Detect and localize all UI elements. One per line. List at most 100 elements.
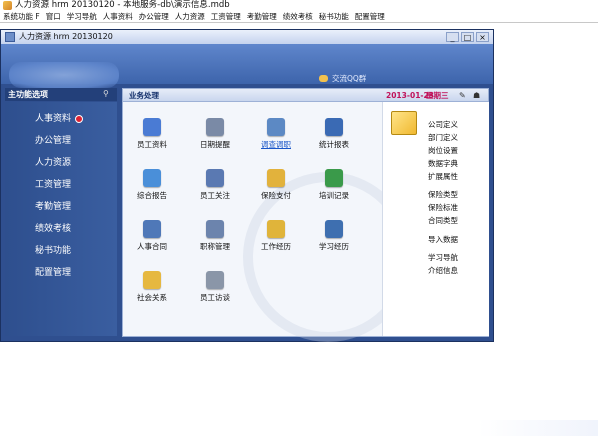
tile-insurance-payment[interactable]: 保险支付 xyxy=(251,169,301,201)
tile-label: 学习经历 xyxy=(319,242,349,251)
tile-employee-care[interactable]: 员工关注 xyxy=(190,169,240,201)
user-icon[interactable]: ☗ xyxy=(473,91,482,100)
link-insurance-standard[interactable]: 保险标准 xyxy=(428,202,458,213)
business-panel-header: 业务处理 2013-01-23 星期三 ✎ ☗ xyxy=(123,89,488,102)
qq-group-link[interactable]: 交流QQ群 xyxy=(319,73,366,84)
date-reminder-icon xyxy=(206,118,224,136)
menu-system[interactable]: 系统功能 F xyxy=(3,11,40,22)
tile-label: 综合报告 xyxy=(137,191,167,200)
sidebar-header-label: 主功能选项 xyxy=(8,90,48,99)
sidebar-item-hr[interactable]: 人力资源 xyxy=(35,155,71,168)
sidebar: 人事资料 办公管理 人力资源 工资管理 考勤管理 绩效考核 秘书功能 配置管理 xyxy=(5,102,117,336)
tile-label: 工作经历 xyxy=(261,242,291,251)
tile-label: 统计报表 xyxy=(319,140,349,149)
link-learning-navigation[interactable]: 学习导航 xyxy=(428,252,458,263)
menu-attendance[interactable]: 考勤管理 xyxy=(247,11,277,22)
close-button[interactable]: × xyxy=(476,32,489,42)
menu-office[interactable]: 办公管理 xyxy=(139,11,169,22)
tile-transfer-search[interactable]: 调查调职 xyxy=(251,118,301,150)
sidebar-item-label: 人事资料 xyxy=(35,114,72,124)
link-data-dictionary[interactable]: 数据字典 xyxy=(428,158,458,169)
employee-care-icon xyxy=(206,169,224,187)
menu-personnel[interactable]: 人事资料 xyxy=(103,11,133,22)
menu-salary[interactable]: 工资管理 xyxy=(211,11,241,22)
insurance-payment-icon xyxy=(267,169,285,187)
tools-icon[interactable]: ✎ xyxy=(459,91,468,100)
link-import-data[interactable]: 导入数据 xyxy=(428,234,458,245)
pin-icon[interactable]: ⚲ xyxy=(103,90,111,98)
tile-hr-contract[interactable]: 人事合同 xyxy=(127,220,177,252)
tile-summary-report[interactable]: 综合报告 xyxy=(127,169,177,201)
tile-employee-records[interactable]: 员工资料 xyxy=(127,118,177,150)
menu-performance[interactable]: 绩效考核 xyxy=(283,11,313,22)
header-banner: 交流QQ群 xyxy=(1,44,493,88)
window-title: 人力资源 hrm 20130120 xyxy=(19,32,113,41)
sidebar-item-label: 配置管理 xyxy=(35,268,72,278)
sidebar-item-label: 秘书功能 xyxy=(35,246,72,256)
work-history-icon xyxy=(267,220,285,238)
sidebar-item-personnel[interactable]: 人事资料 xyxy=(35,111,84,124)
sidebar-item-label: 人力资源 xyxy=(35,158,72,168)
link-company-definition[interactable]: 公司定义 xyxy=(428,119,458,130)
employee-records-icon xyxy=(143,118,161,136)
active-indicator-icon xyxy=(75,114,84,123)
app-titlebar: 人力资源 hrm 20130120 - 本地服务-db\演示信息.mdb xyxy=(0,0,598,11)
window-controls: _ □ × xyxy=(444,32,489,42)
link-extended-attributes[interactable]: 扩展属性 xyxy=(428,171,458,182)
tile-label: 保险支付 xyxy=(261,191,291,200)
link-contract-type[interactable]: 合同类型 xyxy=(428,215,458,226)
tile-study-history[interactable]: 学习经历 xyxy=(309,220,359,252)
link-introduction-letter[interactable]: 介绍信息 xyxy=(428,265,458,276)
link-department-definition[interactable]: 部门定义 xyxy=(428,132,458,143)
qq-group-label: 交流QQ群 xyxy=(332,74,367,83)
tile-label: 日期提醒 xyxy=(200,140,230,149)
current-weekday: 星期三 xyxy=(426,91,449,100)
menu-hr[interactable]: 人力资源 xyxy=(175,11,205,22)
window-icon xyxy=(5,32,15,42)
tile-label: 培训记录 xyxy=(319,191,349,200)
tile-title-management[interactable]: 职称管理 xyxy=(190,220,240,252)
menu-window[interactable]: 窗口 xyxy=(46,11,61,22)
tile-statistics-report[interactable]: 统计报表 xyxy=(309,118,359,150)
sidebar-item-attendance[interactable]: 考勤管理 xyxy=(35,199,71,212)
sidebar-item-secretary[interactable]: 秘书功能 xyxy=(35,243,71,256)
summary-report-icon xyxy=(143,169,161,187)
menu-bar: 系统功能 F 窗口 学习导航 人事资料 办公管理 人力资源 工资管理 考勤管理 … xyxy=(0,11,598,23)
app-icon xyxy=(3,1,12,10)
tile-label: 人事合同 xyxy=(137,242,167,251)
link-insurance-type[interactable]: 保险类型 xyxy=(428,189,458,200)
sidebar-item-salary[interactable]: 工资管理 xyxy=(35,177,71,190)
title-management-icon xyxy=(206,220,224,238)
maximize-button[interactable]: □ xyxy=(461,32,474,42)
tile-label: 社会关系 xyxy=(137,293,167,302)
function-grid: 员工资料 日期提醒 调查调职 统计报表 综合报告 员工关注 保险支付 培训记录 … xyxy=(123,102,413,342)
window-titlebar[interactable]: 人力资源 hrm 20130120 _ □ × xyxy=(1,30,493,44)
settings-folder-icon xyxy=(391,111,417,135)
sidebar-item-label: 绩效考核 xyxy=(35,224,72,234)
sidebar-item-config[interactable]: 配置管理 xyxy=(35,265,71,278)
study-history-icon xyxy=(325,220,343,238)
tile-label: 员工关注 xyxy=(200,191,230,200)
sidebar-item-performance[interactable]: 绩效考核 xyxy=(35,221,71,234)
social-relations-icon xyxy=(143,271,161,289)
logo-blurred xyxy=(9,62,119,88)
statistics-report-icon xyxy=(325,118,343,136)
minimize-button[interactable]: _ xyxy=(446,32,459,42)
tile-label: 调查调职 xyxy=(261,140,291,149)
link-position-settings[interactable]: 岗位设置 xyxy=(428,145,458,156)
tile-work-history[interactable]: 工作经历 xyxy=(251,220,301,252)
tile-training-record[interactable]: 培训记录 xyxy=(309,169,359,201)
tile-social-relations[interactable]: 社会关系 xyxy=(127,271,177,303)
menu-config[interactable]: 配置管理 xyxy=(355,11,385,22)
tile-date-reminder[interactable]: 日期提醒 xyxy=(190,118,240,150)
sidebar-item-label: 工资管理 xyxy=(35,180,72,190)
sidebar-item-label: 考勤管理 xyxy=(35,202,72,212)
decorative-fade xyxy=(478,420,598,436)
tile-employee-interview[interactable]: 员工访谈 xyxy=(190,271,240,303)
training-record-icon xyxy=(325,169,343,187)
panel-title: 业务处理 xyxy=(129,91,159,100)
menu-learning-nav[interactable]: 学习导航 xyxy=(67,11,97,22)
sidebar-item-office[interactable]: 办公管理 xyxy=(35,133,71,146)
menu-secretary[interactable]: 秘书功能 xyxy=(319,11,349,22)
qq-icon xyxy=(319,75,328,82)
